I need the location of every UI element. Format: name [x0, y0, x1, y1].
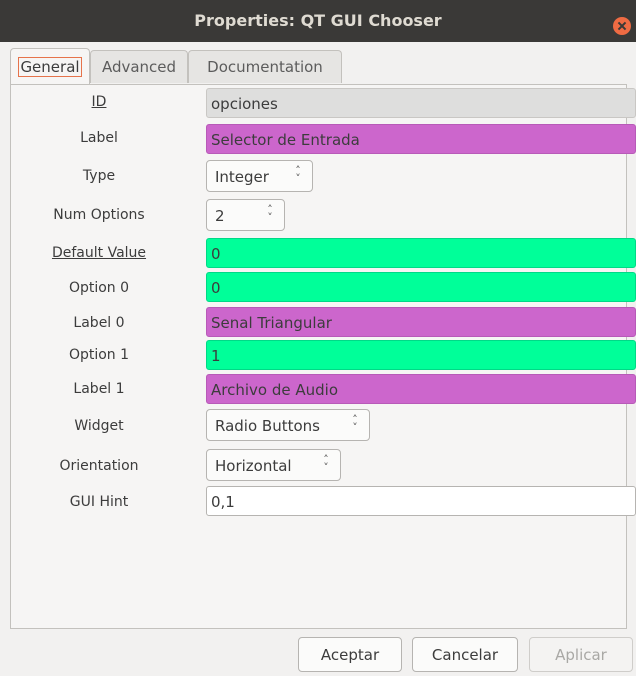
- option0-field[interactable]: 0: [206, 272, 636, 302]
- widget-value: Radio Buttons: [215, 417, 320, 435]
- accept-button[interactable]: Aceptar: [298, 637, 402, 672]
- up-down-chevron-icon: ˄ ˅: [295, 164, 301, 185]
- cancel-button[interactable]: Cancelar: [412, 637, 518, 672]
- orientation-label: Orientation: [59, 458, 139, 474]
- option1-field[interactable]: 1: [206, 340, 636, 370]
- num-options-select[interactable]: 2 ˄ ˅: [206, 199, 285, 231]
- type-select[interactable]: Integer ˄ ˅: [206, 160, 313, 192]
- label-label: Label: [80, 130, 118, 146]
- label0-label: Label 0: [73, 315, 125, 331]
- label1-label: Label 1: [73, 381, 125, 397]
- up-down-chevron-icon: ˄ ˅: [352, 413, 358, 434]
- option0-label: Option 0: [68, 280, 130, 296]
- default-value-label: Default Value: [51, 245, 147, 261]
- option1-label: Option 1: [68, 347, 130, 363]
- id-label: ID: [91, 94, 107, 110]
- num-options-value: 2: [215, 207, 225, 225]
- label-field[interactable]: Selector de Entrada: [206, 124, 636, 154]
- label1-field[interactable]: Archivo de Audio: [206, 374, 636, 404]
- tab-advanced[interactable]: Advanced: [90, 50, 188, 83]
- up-down-chevron-icon: ˄ ˅: [267, 203, 273, 224]
- orientation-select[interactable]: Horizontal ˄ ˅: [206, 449, 341, 481]
- num-options-label: Num Options: [53, 207, 145, 223]
- window-title: Properties: QT GUI Chooser: [194, 11, 442, 30]
- widget-select[interactable]: Radio Buttons ˄ ˅: [206, 409, 370, 441]
- close-icon[interactable]: [613, 17, 631, 35]
- apply-button[interactable]: Aplicar: [529, 637, 633, 672]
- tab-general[interactable]: General: [10, 48, 90, 85]
- gui-hint-label: GUI Hint: [69, 494, 129, 510]
- type-value: Integer: [215, 168, 269, 186]
- up-down-chevron-icon: ˄ ˅: [323, 453, 329, 474]
- orientation-value: Horizontal: [215, 457, 292, 475]
- default-value-field[interactable]: 0: [206, 238, 636, 268]
- type-label: Type: [82, 168, 116, 184]
- title-bar: Properties: QT GUI Chooser: [0, 0, 636, 42]
- tab-documentation[interactable]: Documentation: [188, 50, 342, 83]
- label0-field[interactable]: Senal Triangular: [206, 307, 636, 337]
- id-field[interactable]: opciones: [206, 88, 636, 118]
- widget-label: Widget: [74, 418, 124, 434]
- gui-hint-field[interactable]: 0,1: [206, 486, 636, 516]
